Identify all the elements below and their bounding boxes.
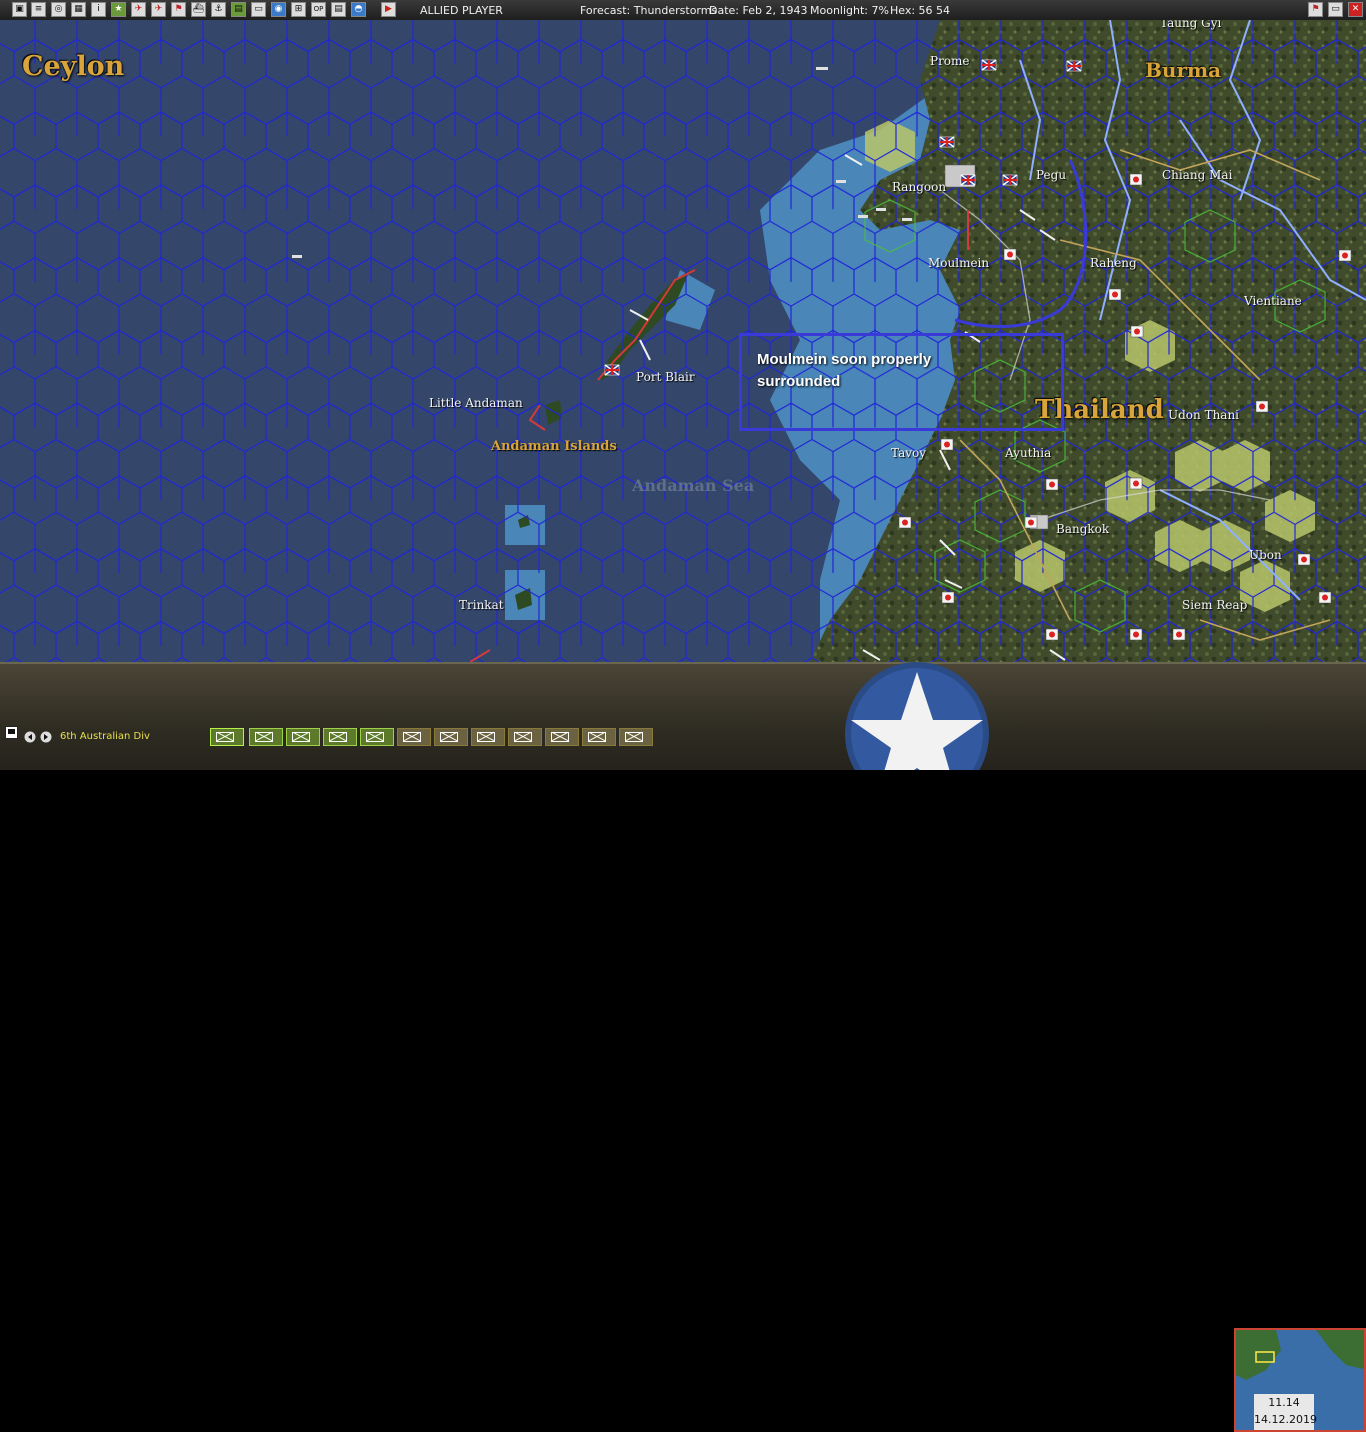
hex-grid (0, 20, 1366, 662)
unit-slot-2[interactable] (249, 728, 283, 746)
japanese-base-icon (1130, 325, 1144, 338)
place-label-siem-reap: Siem Reap (1182, 598, 1248, 612)
top-toolbar: ▣ ≡ ◎ ▦ i ★ ✈ ✈ ⚑ ⛴ ⚓ ▤ ▭ ◉ ⊞ OP ▤ ◓ ▶ A… (0, 0, 1366, 21)
date-label: Date: Feb 2, 1943 (709, 4, 808, 17)
toolbar-button-11[interactable]: ⚓ (211, 2, 226, 17)
minimap[interactable]: 11.14 14.12.2019 (1234, 1328, 1366, 1432)
unit-slot-6[interactable] (397, 728, 431, 746)
unit-slot-5[interactable] (360, 728, 394, 746)
forecast-label: Forecast: Thunderstorms (580, 4, 718, 17)
toolbar-button-2[interactable]: ≡ (31, 2, 46, 17)
place-label-andaman-sea: Andaman Sea (632, 476, 755, 495)
window-button[interactable]: ▭ (1328, 2, 1343, 17)
next-unit-button[interactable] (40, 728, 52, 743)
toolbar-button-1[interactable]: ▣ (12, 2, 27, 17)
place-label-prome: Prome (930, 54, 970, 68)
place-label-moulmein: Moulmein (928, 256, 990, 270)
place-label-port-blair: Port Blair (636, 370, 695, 384)
allied-unit-icon (960, 174, 976, 186)
allied-unit-icon (1002, 174, 1018, 186)
region-label-burma: Burma (1145, 58, 1222, 82)
place-label-little-andaman: Little Andaman (429, 396, 523, 410)
allied-unit-icon (604, 364, 620, 376)
toolbar-button-4[interactable]: ▦ (71, 2, 86, 17)
japanese-base-icon (1338, 249, 1352, 262)
unit-slot-7[interactable] (434, 728, 468, 746)
japanese-base-icon (1129, 173, 1143, 186)
minimap-time: 11.14 (1268, 1396, 1300, 1409)
japanese-base-icon (1129, 628, 1143, 641)
toolbar-button-3[interactable]: ◎ (51, 2, 66, 17)
allied-unit-icon (939, 136, 955, 148)
place-label-tavoy: Tavoy (891, 446, 927, 460)
unit-slot-8[interactable] (471, 728, 505, 746)
japanese-base-icon (941, 591, 955, 604)
japanese-base-icon (1003, 248, 1017, 261)
allied-unit-icon (981, 59, 997, 71)
japanese-base-icon (1045, 628, 1059, 641)
unit-slot-9[interactable] (508, 728, 542, 746)
toolbar-button-12[interactable]: ▤ (231, 2, 246, 17)
place-label-ubon: Ubon (1249, 548, 1282, 562)
hex-map[interactable]: Ceylon Burma Thailand Prome Rangoon Pegu… (0, 20, 1366, 662)
place-label-ayuthia: Ayuthia (1005, 446, 1052, 460)
toolbar-button-16[interactable]: OP (311, 2, 326, 17)
hex-label: Hex: 56 54 (890, 4, 951, 17)
toolbar-button-15[interactable]: ⊞ (291, 2, 306, 17)
toolbar-button-6[interactable]: ★ (111, 2, 126, 17)
japanese-base-icon (1129, 477, 1143, 490)
japanese-base-icon (898, 516, 912, 529)
selected-unit-name: 6th Australian Div (60, 731, 150, 742)
japanese-base-icon (1255, 400, 1269, 413)
place-label-raheng: Raheng (1090, 256, 1137, 270)
place-label-taung-gyi: Taung Gyi (1160, 20, 1222, 30)
place-label-andaman-islands: Andaman Islands (491, 439, 617, 454)
japanese-base-icon (1045, 478, 1059, 491)
allied-unit-icon (1066, 60, 1082, 72)
place-label-bangkok: Bangkok (1056, 522, 1110, 536)
unit-slot-3[interactable] (286, 728, 320, 746)
unit-slot-11[interactable] (582, 728, 616, 746)
place-label-rangoon: Rangoon (892, 180, 947, 194)
minimap-datetime: 11.14 14.12.2019 (1254, 1394, 1317, 1430)
close-icon[interactable]: ✕ (1348, 2, 1363, 17)
japanese-base-icon (1108, 288, 1122, 301)
unit-slot-1[interactable] (210, 728, 244, 746)
japanese-base-icon (940, 438, 954, 451)
japanese-base-icon (1297, 553, 1311, 566)
toolbar-button-10[interactable]: ⛴ (191, 2, 206, 17)
toolbar-button-7[interactable]: ✈ (131, 2, 146, 17)
toolbar-button-18[interactable]: ◓ (351, 2, 366, 17)
flag-icon[interactable]: ⚑ (1308, 2, 1323, 17)
place-label-trinkat: Trinkat (459, 598, 504, 612)
place-label-pegu: Pegu (1036, 168, 1067, 182)
place-label-udon-thani: Udon Thani (1168, 408, 1240, 422)
map-canvas[interactable] (0, 20, 1366, 662)
region-label-ceylon: Ceylon (22, 51, 125, 82)
unit-slot-10[interactable] (545, 728, 579, 746)
unit-slot-12[interactable] (619, 728, 653, 746)
toolbar-button-13[interactable]: ▭ (251, 2, 266, 17)
place-label-vientiane: Vientiane (1244, 294, 1302, 308)
unit-slot-4[interactable] (323, 728, 357, 746)
japanese-base-icon (1172, 628, 1186, 641)
moonlight-label: Moonlight: 7% (810, 4, 889, 17)
allied-star-icon (845, 662, 989, 770)
annotation-text: Moulmein soon properly surrounded (757, 351, 932, 390)
japanese-base-icon (1318, 591, 1332, 604)
toolbar-button-9[interactable]: ⚑ (171, 2, 186, 17)
japanese-base-icon (1024, 516, 1038, 529)
toolbar-button-14[interactable]: ◉ (271, 2, 286, 17)
toolbar-button-8[interactable]: ✈ (151, 2, 166, 17)
bottom-panel: 6th Australian Div 11.14 14.12.2019 (0, 662, 1366, 1432)
player-label: ALLIED PLAYER (420, 4, 503, 17)
toolbar-button-17[interactable]: ▤ (331, 2, 346, 17)
toolbar-button-5[interactable]: i (91, 2, 106, 17)
end-turn-button[interactable]: ▶ (381, 2, 396, 17)
place-label-chiang-mai: Chiang Mai (1162, 168, 1233, 182)
prev-unit-button[interactable] (24, 728, 36, 743)
flag-button[interactable] (5, 726, 18, 739)
minimap-date: 14.12.2019 (1254, 1413, 1317, 1426)
